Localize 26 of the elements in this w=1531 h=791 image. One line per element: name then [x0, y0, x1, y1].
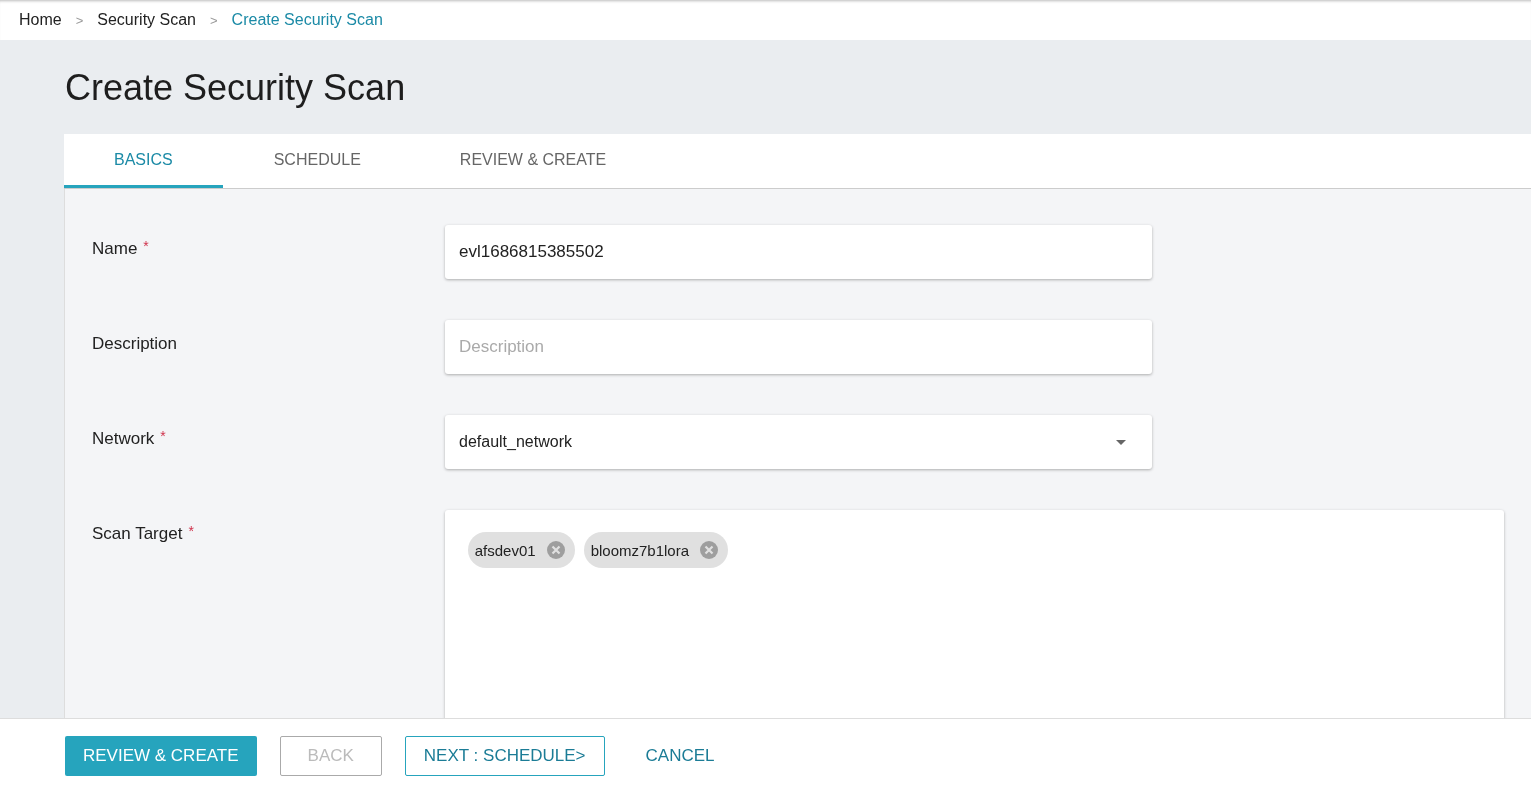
field-label: Name: [92, 239, 138, 258]
tag-input-field[interactable]: afsdev01 bloomz7b1lora: [444, 510, 1504, 718]
remove-icon[interactable]: [699, 540, 720, 560]
cancel-button[interactable]: CANCEL: [627, 735, 733, 776]
required-mark: *: [188, 523, 194, 539]
required-mark: *: [160, 428, 166, 444]
tab[interactable]: REVIEW & CREATE: [411, 134, 656, 188]
breadcrumb-separator: >: [210, 12, 218, 28]
field-label: Description: [92, 334, 178, 353]
required-mark: *: [143, 238, 149, 254]
caret-icon: [1116, 439, 1126, 445]
page-title: Create Security Scan: [65, 66, 406, 109]
breadcrumb-link[interactable]: Home: [19, 11, 62, 29]
tab[interactable]: SCHEDULE: [222, 134, 412, 188]
breadcrumb-separator: >: [75, 12, 84, 28]
text-field[interactable]: Description: [445, 320, 1152, 374]
breadcrumb-current: Create Security Scan: [231, 11, 383, 29]
remove-icon[interactable]: [545, 540, 566, 560]
text-field[interactable]: evl1686815385502: [445, 225, 1152, 279]
tag-chip[interactable]: afsdev01: [467, 532, 575, 568]
breadcrumb-link[interactable]: Security Scan: [97, 11, 196, 29]
field-label: Network: [92, 429, 155, 448]
field-label: Scan Target: [92, 524, 183, 543]
tag-chip[interactable]: bloomz7b1lora: [583, 532, 729, 568]
dropdown-field[interactable]: default_network: [445, 415, 1152, 469]
outlined-button[interactable]: NEXT : SCHEDULE>: [404, 735, 605, 776]
